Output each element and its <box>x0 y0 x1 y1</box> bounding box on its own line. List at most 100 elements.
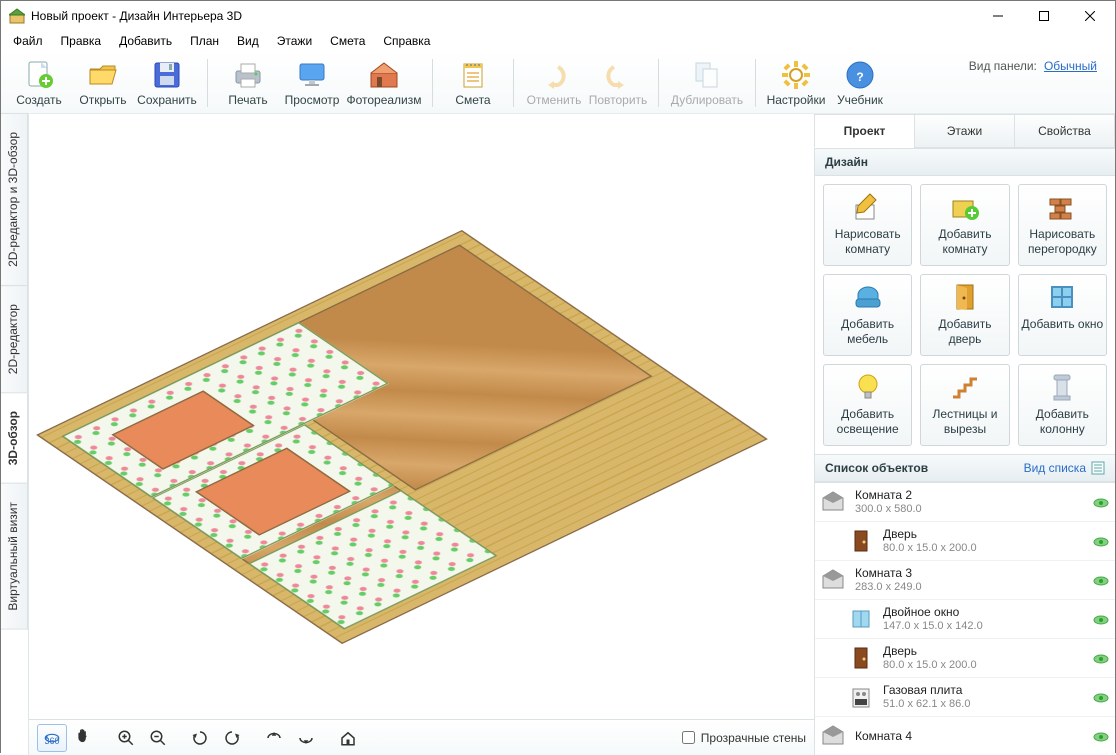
object-dimensions: 300.0 x 580.0 <box>855 503 1085 516</box>
tb-help[interactable]: ?Учебник <box>828 55 892 111</box>
visibility-toggle[interactable] <box>1093 731 1109 741</box>
menu-add[interactable]: Добавить <box>111 32 180 50</box>
tool-add-door[interactable]: Добавить дверь <box>920 274 1009 356</box>
object-row[interactable]: Комната 4 <box>815 717 1115 755</box>
tool-add-furniture[interactable]: Добавить мебель <box>823 274 912 356</box>
brick-wall-icon <box>1046 191 1078 223</box>
zoom-out-button[interactable] <box>143 724 173 752</box>
tool-add-window[interactable]: Добавить окно <box>1018 274 1107 356</box>
tb-photoreal[interactable]: Фотореализм <box>344 55 424 111</box>
view-tabs: 2D-редактор и 3D-обзор 2D-редактор 3D-об… <box>1 114 29 755</box>
object-dimensions: 80.0 x 15.0 x 200.0 <box>883 659 1085 672</box>
rotate-cw-button[interactable] <box>217 724 247 752</box>
object-name: Двойное окно <box>883 605 1085 619</box>
menu-floors[interactable]: Этажи <box>269 32 320 50</box>
right-panel: Проект Этажи Свойства Дизайн Нарисовать … <box>815 114 1115 755</box>
object-row[interactable]: Двойное окно147.0 x 15.0 x 142.0 <box>815 600 1115 639</box>
object-row[interactable]: Комната 3283.0 x 249.0 <box>815 561 1115 600</box>
tb-estimate[interactable]: Смета <box>441 55 505 111</box>
list-view-link[interactable]: Вид списка <box>1024 461 1105 475</box>
stove-icon <box>847 683 875 711</box>
tab-properties[interactable]: Свойства <box>1014 114 1115 148</box>
visibility-toggle[interactable] <box>1093 497 1109 507</box>
door-icon <box>847 644 875 672</box>
help-icon: ? <box>844 59 876 91</box>
canvas-area: 360 Прозрачные стены <box>29 114 815 755</box>
right-tabs: Проект Этажи Свойства <box>815 114 1115 148</box>
folder-open-icon <box>87 59 119 91</box>
menu-plan[interactable]: План <box>182 32 227 50</box>
redo-icon <box>602 59 634 91</box>
tool-stairs[interactable]: Лестницы и вырезы <box>920 364 1009 446</box>
zoom-in-button[interactable] <box>111 724 141 752</box>
orbit-360-button[interactable]: 360 <box>37 724 67 752</box>
tb-save[interactable]: Сохранить <box>135 55 199 111</box>
menu-view[interactable]: Вид <box>229 32 267 50</box>
tb-redo[interactable]: Повторить <box>586 55 650 111</box>
app-icon <box>9 8 25 24</box>
vtab-virtual[interactable]: Виртуальный визит <box>1 483 28 630</box>
door-icon <box>949 281 981 313</box>
viewport-toolbar: 360 Прозрачные стены <box>29 719 814 755</box>
vtab-3d[interactable]: 3D-обзор <box>1 392 28 484</box>
visibility-toggle[interactable] <box>1093 536 1109 546</box>
pan-button[interactable] <box>69 724 99 752</box>
3d-viewport[interactable] <box>29 114 814 719</box>
tb-open[interactable]: Открыть <box>71 55 135 111</box>
vtab-2d[interactable]: 2D-редактор <box>1 285 28 393</box>
tb-settings[interactable]: Настройки <box>764 55 828 111</box>
tool-add-room[interactable]: Добавить комнату <box>920 184 1009 266</box>
tb-preview[interactable]: Просмотр <box>280 55 344 111</box>
menu-estimate[interactable]: Смета <box>322 32 373 50</box>
tool-add-light[interactable]: Добавить освещение <box>823 364 912 446</box>
tab-project[interactable]: Проект <box>814 114 915 148</box>
tb-create[interactable]: Создать <box>7 55 71 111</box>
close-button[interactable] <box>1067 1 1113 31</box>
vtab-2d-3d[interactable]: 2D-редактор и 3D-обзор <box>1 113 28 286</box>
tool-draw-partition[interactable]: Нарисовать перегородку <box>1018 184 1107 266</box>
stairs-icon <box>949 371 981 403</box>
visibility-toggle[interactable] <box>1093 614 1109 624</box>
tilt-up-button[interactable] <box>259 724 289 752</box>
object-list[interactable]: Комната 2300.0 x 580.0Дверь80.0 x 15.0 x… <box>815 482 1115 755</box>
save-icon <box>151 59 183 91</box>
transparent-walls-checkbox[interactable]: Прозрачные стены <box>682 731 806 745</box>
object-row[interactable]: Дверь80.0 x 15.0 x 200.0 <box>815 522 1115 561</box>
home-view-button[interactable] <box>333 724 363 752</box>
tb-print[interactable]: Печать <box>216 55 280 111</box>
door-icon <box>847 527 875 555</box>
tb-undo[interactable]: Отменить <box>522 55 586 111</box>
window-icon <box>847 605 875 633</box>
room-icon <box>819 488 847 516</box>
maximize-button[interactable] <box>1021 1 1067 31</box>
menu-edit[interactable]: Правка <box>53 32 110 50</box>
pencil-room-icon <box>852 191 884 223</box>
visibility-toggle[interactable] <box>1093 692 1109 702</box>
menu-file[interactable]: Файл <box>5 32 51 50</box>
tool-add-column[interactable]: Добавить колонну <box>1018 364 1107 446</box>
workspace: 2D-редактор и 3D-обзор 2D-редактор 3D-об… <box>1 114 1115 755</box>
tab-floors[interactable]: Этажи <box>914 114 1015 148</box>
menu-help[interactable]: Справка <box>375 32 438 50</box>
tb-duplicate[interactable]: Дублировать <box>667 55 747 111</box>
tool-draw-room[interactable]: Нарисовать комнату <box>823 184 912 266</box>
object-name: Газовая плита <box>883 683 1085 697</box>
object-row[interactable]: Дверь80.0 x 15.0 x 200.0 <box>815 639 1115 678</box>
column-icon <box>1046 371 1078 403</box>
visibility-toggle[interactable] <box>1093 575 1109 585</box>
panel-mode: Вид панели: Обычный <box>969 51 1115 73</box>
minimize-button[interactable] <box>975 1 1021 31</box>
lightbulb-icon <box>852 371 884 403</box>
undo-icon <box>538 59 570 91</box>
objects-header: Список объектов Вид списка <box>815 454 1115 482</box>
room-icon <box>819 566 847 594</box>
window-title: Новый проект - Дизайн Интерьера 3D <box>31 9 975 23</box>
visibility-toggle[interactable] <box>1093 653 1109 663</box>
notepad-icon <box>457 59 489 91</box>
rotate-ccw-button[interactable] <box>185 724 215 752</box>
object-row[interactable]: Газовая плита51.0 x 62.1 x 86.0 <box>815 678 1115 717</box>
panel-mode-link[interactable]: Обычный <box>1044 59 1097 73</box>
printer-icon <box>232 59 264 91</box>
object-row[interactable]: Комната 2300.0 x 580.0 <box>815 483 1115 522</box>
tilt-down-button[interactable] <box>291 724 321 752</box>
